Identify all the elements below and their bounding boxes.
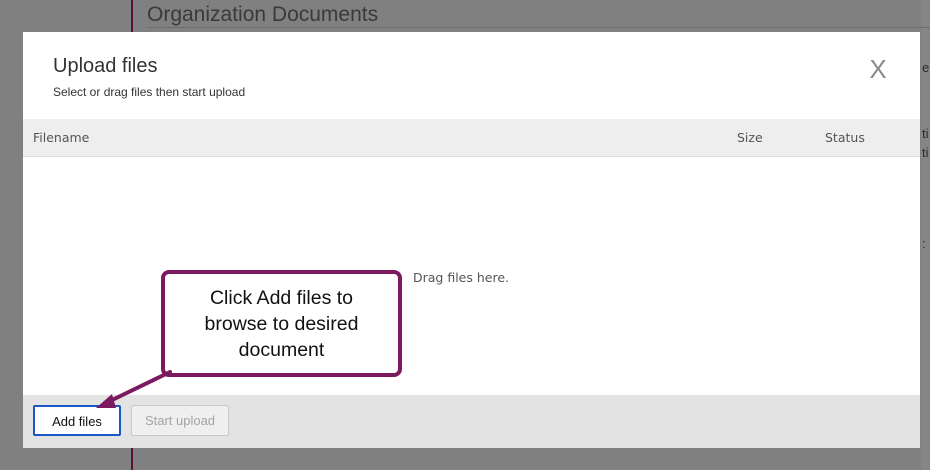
- column-header-status[interactable]: Status: [825, 130, 865, 145]
- instruction-callout: Click Add files to browse to desired doc…: [161, 270, 402, 377]
- start-upload-button[interactable]: Start upload: [131, 405, 229, 436]
- column-header-size[interactable]: Size: [737, 130, 763, 145]
- column-header-filename[interactable]: Filename: [33, 130, 89, 145]
- add-files-button[interactable]: Add files: [33, 405, 121, 436]
- close-icon[interactable]: X: [865, 56, 891, 82]
- dialog-footer: Add files Start upload: [23, 395, 920, 448]
- background-text-fragment: ti: [922, 145, 929, 160]
- dialog-title: Upload files: [53, 55, 158, 77]
- background-text-fragment: ti: [922, 126, 929, 141]
- background-text-fragment: e: [922, 60, 930, 75]
- file-drop-zone[interactable]: Drag files here.: [23, 157, 920, 395]
- background-divider: [147, 27, 930, 28]
- dialog-subtitle: Select or drag files then start upload: [53, 85, 246, 99]
- drop-zone-hint: Drag files here.: [413, 270, 509, 285]
- callout-text: Click Add files to browse to desired doc…: [204, 286, 359, 361]
- background-page-title: Organization Documents: [147, 3, 379, 26]
- file-table-header: Filename Size Status: [23, 119, 920, 157]
- upload-files-dialog: Upload files Select or drag files then s…: [23, 32, 920, 448]
- background-text-fragment: :: [922, 236, 926, 251]
